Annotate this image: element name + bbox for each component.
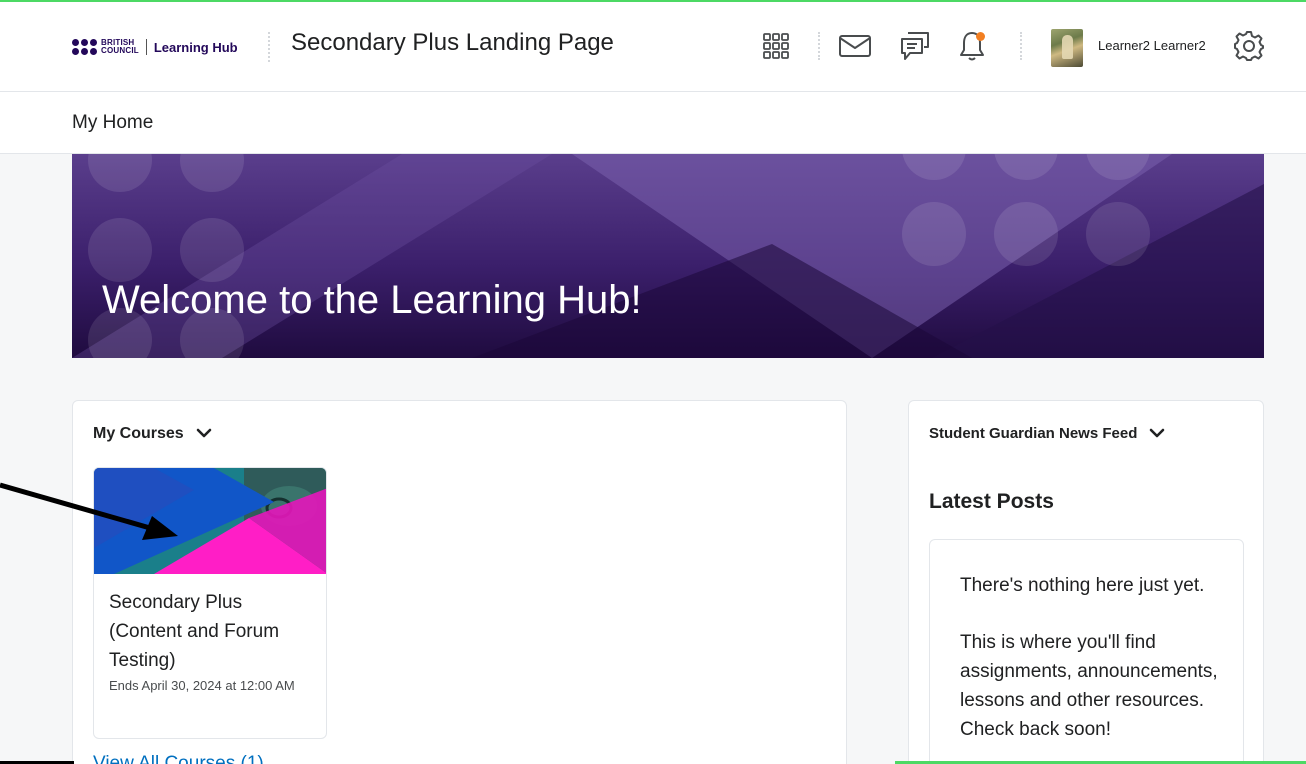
chevron-down-icon[interactable] (1149, 425, 1165, 442)
posts-empty-message: There's nothing here just yet. (960, 575, 1205, 596)
chat-icon[interactable] (895, 26, 935, 66)
brand-divider (145, 39, 147, 55)
banner-title: Welcome to the Learning Hub! (102, 278, 642, 322)
icon-divider (818, 32, 820, 60)
news-feed-header[interactable]: Student Guardian News Feed (929, 425, 1165, 442)
news-feed-title: Student Guardian News Feed (929, 425, 1138, 442)
navbar: My Home (0, 92, 1306, 154)
avatar[interactable] (1051, 29, 1083, 67)
chevron-down-icon[interactable] (196, 425, 212, 443)
banner-decoration (72, 154, 1264, 358)
course-name[interactable]: Secondary Plus (Content and Forum Testin… (109, 588, 314, 675)
posts-container: There's nothing here just yet. This is w… (929, 539, 1244, 764)
my-courses-title: My Courses (93, 425, 184, 442)
grid-icon[interactable] (756, 26, 796, 66)
british-council-logo[interactable]: BRITISH COUNCIL Learning Hub (72, 36, 238, 58)
latest-posts-heading: Latest Posts (929, 490, 1054, 513)
british-council-dots-icon (72, 39, 97, 55)
posts-description: This is where you'll find assignments, a… (960, 632, 1218, 740)
nav-item-my-home[interactable]: My Home (72, 112, 153, 134)
news-feed-widget: Student Guardian News Feed Latest Posts … (908, 400, 1264, 764)
header-divider (268, 32, 270, 62)
bell-icon[interactable] (952, 26, 992, 66)
my-courses-widget: My Courses Secondary Plus (Content and F… (72, 400, 847, 764)
view-all-courses-link[interactable]: View All Courses (1) (93, 753, 264, 764)
user-name[interactable]: Learner2 Learner2 (1098, 38, 1206, 53)
notification-badge (976, 32, 985, 41)
brand-hub-name: Learning Hub (153, 39, 238, 55)
annotation-border-top (0, 0, 1306, 2)
icon-divider (1020, 32, 1022, 60)
my-courses-header[interactable]: My Courses (93, 425, 212, 443)
gear-icon[interactable] (1229, 26, 1269, 66)
course-end-date: Ends April 30, 2024 at 12:00 AM (109, 678, 295, 693)
page-title[interactable]: Secondary Plus Landing Page (291, 29, 614, 57)
annotation-arrow-icon (0, 482, 178, 540)
welcome-banner: Welcome to the Learning Hub! (72, 154, 1264, 358)
mail-icon[interactable] (835, 26, 875, 66)
top-header: BRITISH COUNCIL Learning Hub Secondary P… (0, 2, 1306, 92)
brand-wordmark: BRITISH COUNCIL (101, 38, 139, 55)
